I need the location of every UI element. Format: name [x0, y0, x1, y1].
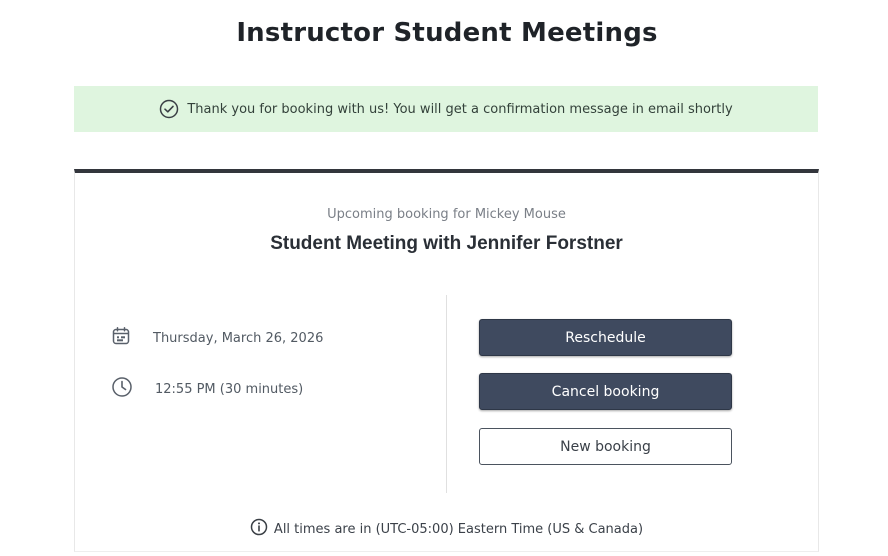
booking-date: Thursday, March 26, 2026 [153, 330, 324, 346]
cancel-booking-button[interactable]: Cancel booking [479, 373, 732, 410]
clock-icon [111, 376, 133, 402]
booking-time: 12:55 PM (30 minutes) [155, 381, 304, 397]
success-message: Thank you for booking with us! You will … [187, 101, 733, 117]
info-icon [250, 518, 268, 540]
timezone-note: All times are in (UTC-05:00) Eastern Tim… [75, 518, 818, 540]
page-title: Instructor Student Meetings [236, 18, 658, 48]
reschedule-button[interactable]: Reschedule [479, 319, 732, 356]
column-divider [446, 295, 447, 493]
new-booking-button[interactable]: New booking [479, 428, 732, 465]
booking-confirmation-page: Instructor Student Meetings Thank you fo… [0, 0, 888, 556]
timezone-text: All times are in (UTC-05:00) Eastern Tim… [273, 521, 644, 537]
meeting-title: Student Meeting with Jennifer Forstner [270, 233, 623, 254]
booking-subtitle: Upcoming booking for Mickey Mouse [327, 207, 566, 222]
booking-date-row: Thursday, March 26, 2026 [111, 326, 323, 350]
booking-time-row: 12:55 PM (30 minutes) [111, 376, 303, 402]
booking-card: Upcoming booking for Mickey Mouse Studen… [74, 169, 819, 552]
check-circle-icon [159, 99, 179, 119]
calendar-icon [111, 326, 131, 350]
success-banner: Thank you for booking with us! You will … [74, 86, 818, 132]
